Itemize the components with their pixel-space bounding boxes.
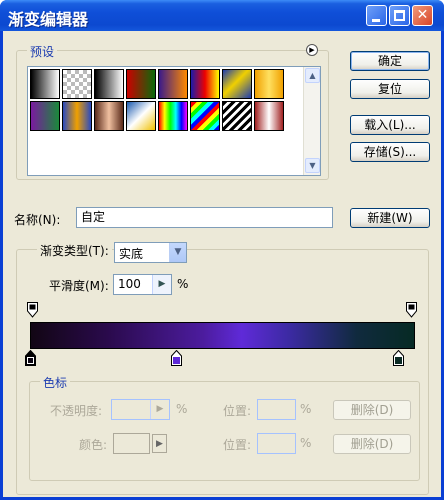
preset-swatch[interactable]	[254, 69, 284, 99]
color-location-input[interactable]	[257, 433, 296, 454]
preset-swatch[interactable]	[62, 101, 92, 131]
preset-swatch[interactable]	[126, 101, 156, 131]
presets-scrollbar[interactable]: ▲ ▼	[303, 67, 320, 175]
color-stop-middle[interactable]	[171, 350, 182, 366]
close-button[interactable]: ✕	[412, 5, 433, 26]
color-location-label: 位置:	[223, 438, 252, 452]
gradient-editor-window: 渐变编辑器 ✕ 预设 ▶ ▲ ▼ 确定 复位 载入(L)... 存储(S)...…	[0, 0, 444, 500]
new-button[interactable]: 新建(W)	[350, 208, 430, 228]
preset-swatch[interactable]	[190, 101, 220, 131]
opacity-stop-right[interactable]	[406, 302, 417, 318]
smoothness-label: 平滑度(M):	[49, 279, 109, 293]
minimize-button[interactable]	[366, 5, 387, 26]
preset-swatch[interactable]	[158, 101, 188, 131]
reset-button[interactable]: 复位	[350, 79, 430, 99]
opacity-location-input[interactable]	[257, 399, 296, 420]
color-stop-left[interactable]	[25, 350, 36, 366]
dialog-body: 预设 ▶ ▲ ▼ 确定 复位 载入(L)... 存储(S)... 名称(N): …	[3, 31, 441, 497]
save-button[interactable]: 存储(S)...	[350, 142, 430, 162]
maximize-icon	[394, 10, 405, 21]
color-label: 颜色:	[79, 438, 108, 452]
smoothness-value: 100	[118, 277, 141, 291]
color-arrow-icon[interactable]: ▶	[152, 434, 167, 453]
presets-menu-arrow-icon[interactable]: ▶	[306, 44, 318, 56]
delete-color-stop-button[interactable]: 删除(D)	[333, 434, 411, 454]
preset-swatch[interactable]	[30, 101, 60, 131]
color-location-unit: %	[300, 436, 312, 450]
preset-swatch[interactable]	[94, 101, 124, 131]
color-stop-right[interactable]	[393, 350, 404, 366]
opacity-stop-left[interactable]	[27, 302, 38, 318]
load-button[interactable]: 载入(L)...	[350, 115, 430, 135]
smoothness-slider-arrow-icon[interactable]: ▶	[152, 275, 171, 294]
preset-swatch[interactable]	[158, 69, 188, 99]
opacity-location-unit: %	[300, 402, 312, 416]
ok-button[interactable]: 确定	[350, 51, 430, 71]
preset-swatch[interactable]	[62, 69, 92, 99]
presets-list: ▲ ▼	[27, 66, 321, 176]
opacity-label: 不透明度:	[50, 404, 103, 418]
smoothness-input[interactable]: 100 ▶	[113, 274, 172, 295]
presets-legend: 预设	[27, 43, 58, 60]
preset-swatch[interactable]	[222, 69, 252, 99]
chevron-down-icon[interactable]: ▼	[169, 243, 186, 262]
presets-group: 预设 ▶ ▲ ▼	[16, 43, 329, 180]
close-icon: ✕	[416, 7, 429, 23]
opacity-input[interactable]: ▶	[111, 399, 170, 420]
scroll-up-icon[interactable]: ▲	[305, 68, 320, 83]
opacity-unit: %	[176, 402, 188, 416]
gradient-type-label: 渐变类型(T):	[37, 242, 112, 259]
stops-legend: 色标	[40, 374, 71, 391]
preset-swatch[interactable]	[190, 69, 220, 99]
name-label: 名称(N):	[14, 213, 61, 227]
window-title: 渐变编辑器	[8, 10, 89, 29]
preset-swatch[interactable]	[222, 101, 252, 131]
delete-opacity-stop-button[interactable]: 删除(D)	[333, 400, 411, 420]
preset-swatch[interactable]	[254, 101, 284, 131]
color-swatch-field[interactable]	[113, 433, 150, 454]
opacity-slider-arrow-icon[interactable]: ▶	[150, 400, 169, 419]
scroll-down-icon[interactable]: ▼	[305, 158, 320, 173]
minimize-icon	[372, 19, 380, 22]
name-input[interactable]: 自定	[76, 207, 333, 228]
gradient-type-select[interactable]: 实底 ▼	[114, 242, 187, 263]
gradient-preview-bar[interactable]	[30, 322, 415, 349]
preset-swatch[interactable]	[94, 69, 124, 99]
title-bar[interactable]: 渐变编辑器 ✕	[0, 0, 444, 31]
maximize-button[interactable]	[389, 5, 410, 26]
preset-swatch[interactable]	[126, 69, 156, 99]
stops-group: 色标 不透明度: ▶ % 位置: % 删除(D) 颜色: ▶ 位置: % 删除(…	[29, 374, 420, 481]
gradient-type-value: 实底	[119, 247, 144, 261]
opacity-location-label: 位置:	[223, 404, 252, 418]
smoothness-unit: %	[177, 277, 189, 291]
preset-swatch[interactable]	[30, 69, 60, 99]
